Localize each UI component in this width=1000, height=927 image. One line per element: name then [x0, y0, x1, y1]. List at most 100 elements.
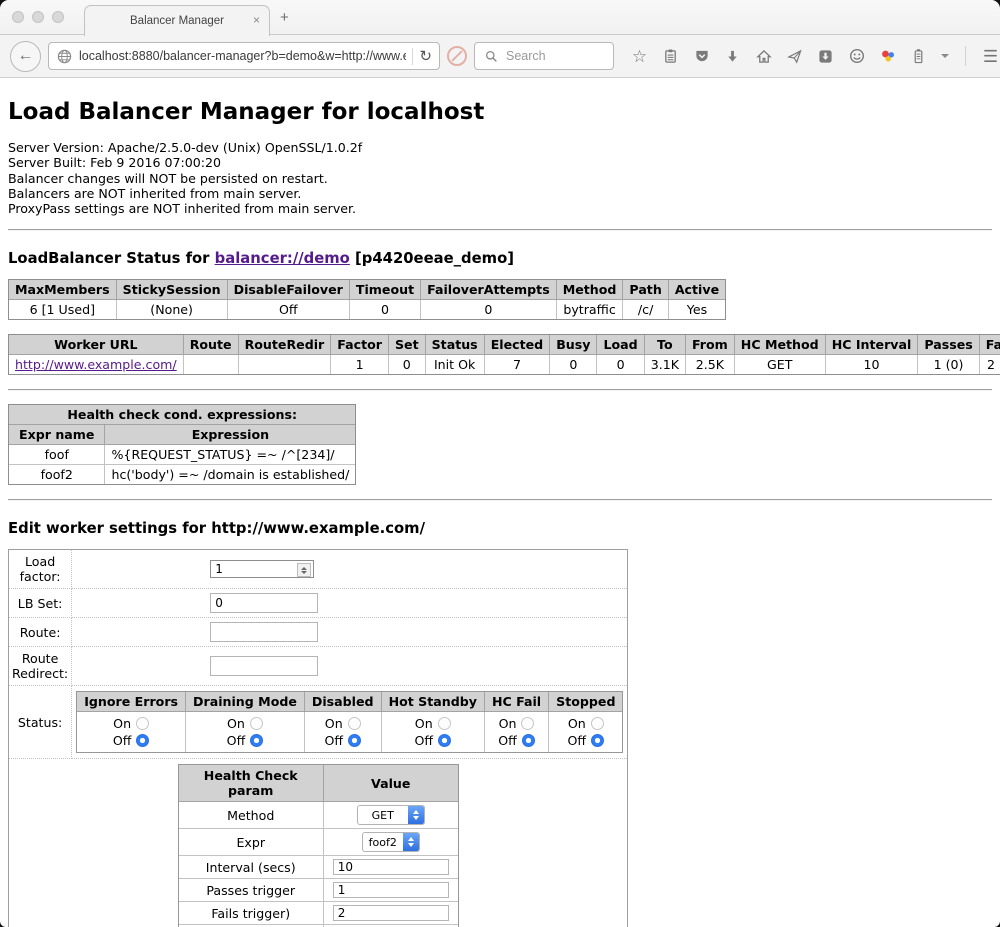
health-check-row: Health Check param Value Method GET: [9, 759, 627, 927]
proxypass-note-line: ProxyPass settings are NOT inherited fro…: [8, 201, 992, 216]
ignore-errors-on-radio[interactable]: [136, 717, 149, 730]
health-check-table: Health Check param Value Method GET: [178, 764, 459, 927]
adblock-icon[interactable]: [447, 46, 467, 66]
col-stickysession: StickySession: [117, 280, 228, 300]
expression-row: foof2 hc('body') =~ /domain is establish…: [9, 465, 355, 484]
table-header-row: Expr name Expression: [9, 425, 355, 445]
pocket-icon[interactable]: [693, 48, 710, 65]
col-worker-url: Worker URL: [9, 335, 184, 355]
hello-smiley-icon[interactable]: [848, 48, 865, 65]
bookmark-star-icon[interactable]: ☆: [631, 48, 648, 65]
urlbar-divider: [412, 48, 413, 65]
colored-dots-extension-icon[interactable]: [879, 48, 896, 65]
divider: [8, 389, 992, 391]
worker-url-link[interactable]: http://www.example.com/: [15, 357, 177, 372]
disabled-off-radio[interactable]: [348, 734, 361, 747]
hc-expressions-table: Health check cond. expressions: Expr nam…: [8, 404, 356, 485]
load-factor-row: Load factor:: [9, 550, 627, 589]
lb-set-row: LB Set:: [9, 589, 627, 618]
hc-expr-select[interactable]: foof2: [362, 832, 420, 852]
route-label: Route:: [9, 618, 72, 647]
expression-row: foof %{REQUEST_STATUS} =~ /^[234]/: [9, 445, 355, 465]
number-spinner[interactable]: [297, 563, 311, 577]
hc-fails-input[interactable]: [333, 905, 449, 921]
hc-passes-label: Passes trigger: [179, 879, 324, 902]
toolbar-icons: ☆: [631, 46, 1000, 66]
load-factor-label: Load factor:: [9, 550, 72, 589]
col-disabled: Disabled: [305, 692, 382, 712]
ignore-errors-off-radio[interactable]: [136, 734, 149, 747]
lb-set-input[interactable]: [210, 593, 318, 613]
server-built-line: Server Built: Feb 9 2016 07:00:20: [8, 155, 992, 170]
menu-hamburger-icon[interactable]: ☰: [982, 48, 999, 65]
tab-title: Balancer Manager: [130, 15, 224, 27]
stopped-on-radio[interactable]: [591, 717, 604, 730]
hc-fail-on-radio[interactable]: [521, 717, 534, 730]
hc-interval-label: Interval (secs): [179, 856, 324, 879]
hc-method-select[interactable]: GET: [357, 805, 425, 825]
send-plane-icon[interactable]: [786, 48, 803, 65]
select-arrows-icon: [403, 833, 419, 851]
draining-mode-off-radio[interactable]: [250, 734, 263, 747]
status-row: Status: Ignore Errors Draining Mode Disa…: [9, 686, 627, 759]
close-window-button[interactable]: [12, 11, 24, 23]
status-options-table: Ignore Errors Draining Mode Disabled Hot…: [76, 691, 623, 753]
table-header-row: Worker URL Route RouteRedir Factor Set S…: [9, 335, 1000, 355]
battery-extension-icon[interactable]: [910, 48, 927, 65]
col-expression: Expression: [105, 425, 355, 445]
zoom-window-button[interactable]: [52, 11, 64, 23]
search-placeholder: Search: [506, 49, 546, 63]
home-icon[interactable]: [755, 48, 772, 65]
tab-bar: Balancer Manager × +: [0, 0, 1000, 35]
navigation-toolbar: ← localhost:8880/balancer-manager?b=demo…: [0, 35, 1000, 78]
divider: [8, 499, 992, 501]
downloads-icon[interactable]: [724, 48, 741, 65]
url-text[interactable]: localhost:8880/balancer-manager?b=demo&w…: [79, 49, 406, 63]
back-button[interactable]: ←: [10, 41, 41, 72]
divider: [8, 229, 992, 231]
hot-standby-radios: On Off: [382, 712, 485, 752]
worker-status-table: Worker URL Route RouteRedir Factor Set S…: [8, 334, 1000, 375]
stopped-off-radio[interactable]: [591, 734, 604, 747]
page-content: Load Balancer Manager for localhost Serv…: [0, 99, 1000, 927]
route-input[interactable]: [210, 622, 318, 642]
save-to-box-icon[interactable]: [817, 48, 834, 65]
col-timeout: Timeout: [350, 280, 421, 300]
reading-list-icon[interactable]: [662, 48, 679, 65]
select-arrows-icon: [408, 806, 424, 824]
col-path: Path: [623, 280, 668, 300]
tab-close-icon[interactable]: ×: [253, 13, 260, 27]
edit-worker-form: Load factor: LB Set: Route: Route Redire…: [8, 549, 628, 927]
draining-mode-on-radio[interactable]: [250, 717, 263, 730]
route-redirect-row: Route Redirect:: [9, 647, 627, 686]
hc-fail-off-radio[interactable]: [522, 734, 535, 747]
window-controls: [12, 11, 64, 23]
hot-standby-on-radio[interactable]: [438, 717, 451, 730]
search-bar[interactable]: Search: [474, 42, 614, 70]
minimize-window-button[interactable]: [32, 11, 44, 23]
route-row: Route:: [9, 618, 627, 647]
new-tab-button[interactable]: +: [280, 9, 289, 26]
tab-balancer-manager[interactable]: Balancer Manager ×: [84, 5, 270, 36]
toolbar-divider: [965, 46, 966, 66]
route-redirect-input[interactable]: [210, 656, 318, 676]
hot-standby-off-radio[interactable]: [438, 734, 451, 747]
reload-icon[interactable]: ↻: [419, 47, 432, 65]
hc-passes-input[interactable]: [333, 882, 449, 898]
hc-interval-input[interactable]: [333, 859, 449, 875]
chevron-down-icon[interactable]: [941, 54, 949, 58]
table-header-row: MaxMembers StickySession DisableFailover…: [9, 280, 725, 300]
balancer-heading-prefix: LoadBalancer Status for: [8, 250, 215, 267]
hc-method-label: Method: [179, 802, 324, 829]
search-icon: [483, 48, 500, 65]
col-expr-name: Expr name: [9, 425, 105, 445]
draining-mode-radios: On Off: [186, 712, 305, 752]
url-bar[interactable]: localhost:8880/balancer-manager?b=demo&w…: [48, 42, 440, 70]
balancer-demo-link[interactable]: balancer://demo: [215, 250, 350, 267]
balancer-heading-suffix: [p4420eeae_demo]: [350, 250, 514, 267]
back-icon: ←: [18, 47, 34, 65]
col-failoverattempts: FailoverAttempts: [421, 280, 557, 300]
disabled-on-radio[interactable]: [348, 717, 361, 730]
col-stopped: Stopped: [549, 692, 622, 712]
col-hot-standby: Hot Standby: [382, 692, 485, 712]
